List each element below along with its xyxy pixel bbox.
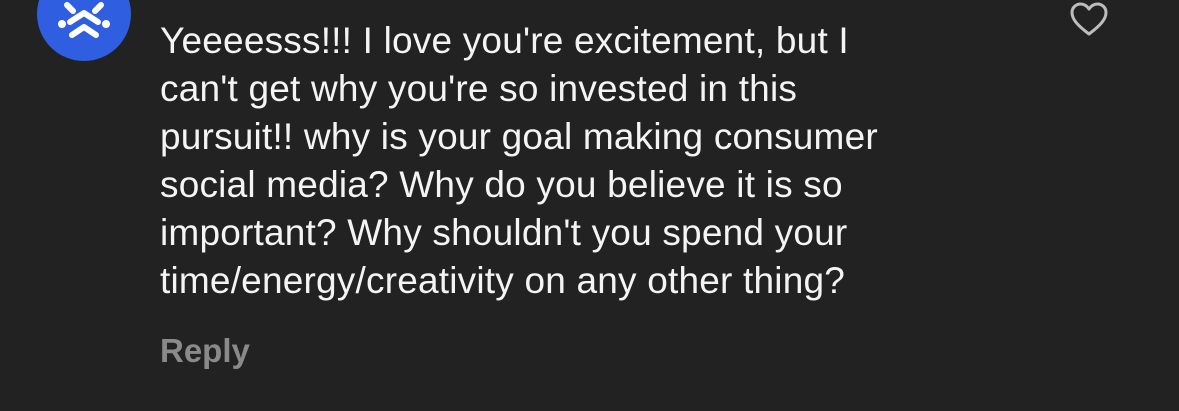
avatar[interactable] [37,0,131,61]
like-button[interactable] [1067,0,1111,40]
app-logo-icon [58,2,110,38]
heart-outline-icon [1070,2,1108,36]
reply-button[interactable]: Reply [160,331,250,371]
comment-text: Yeeeesss!!! I love you're excitement, bu… [160,20,878,301]
comment-item: Yeeeesss!!! I love you're excitement, bu… [0,0,1179,411]
